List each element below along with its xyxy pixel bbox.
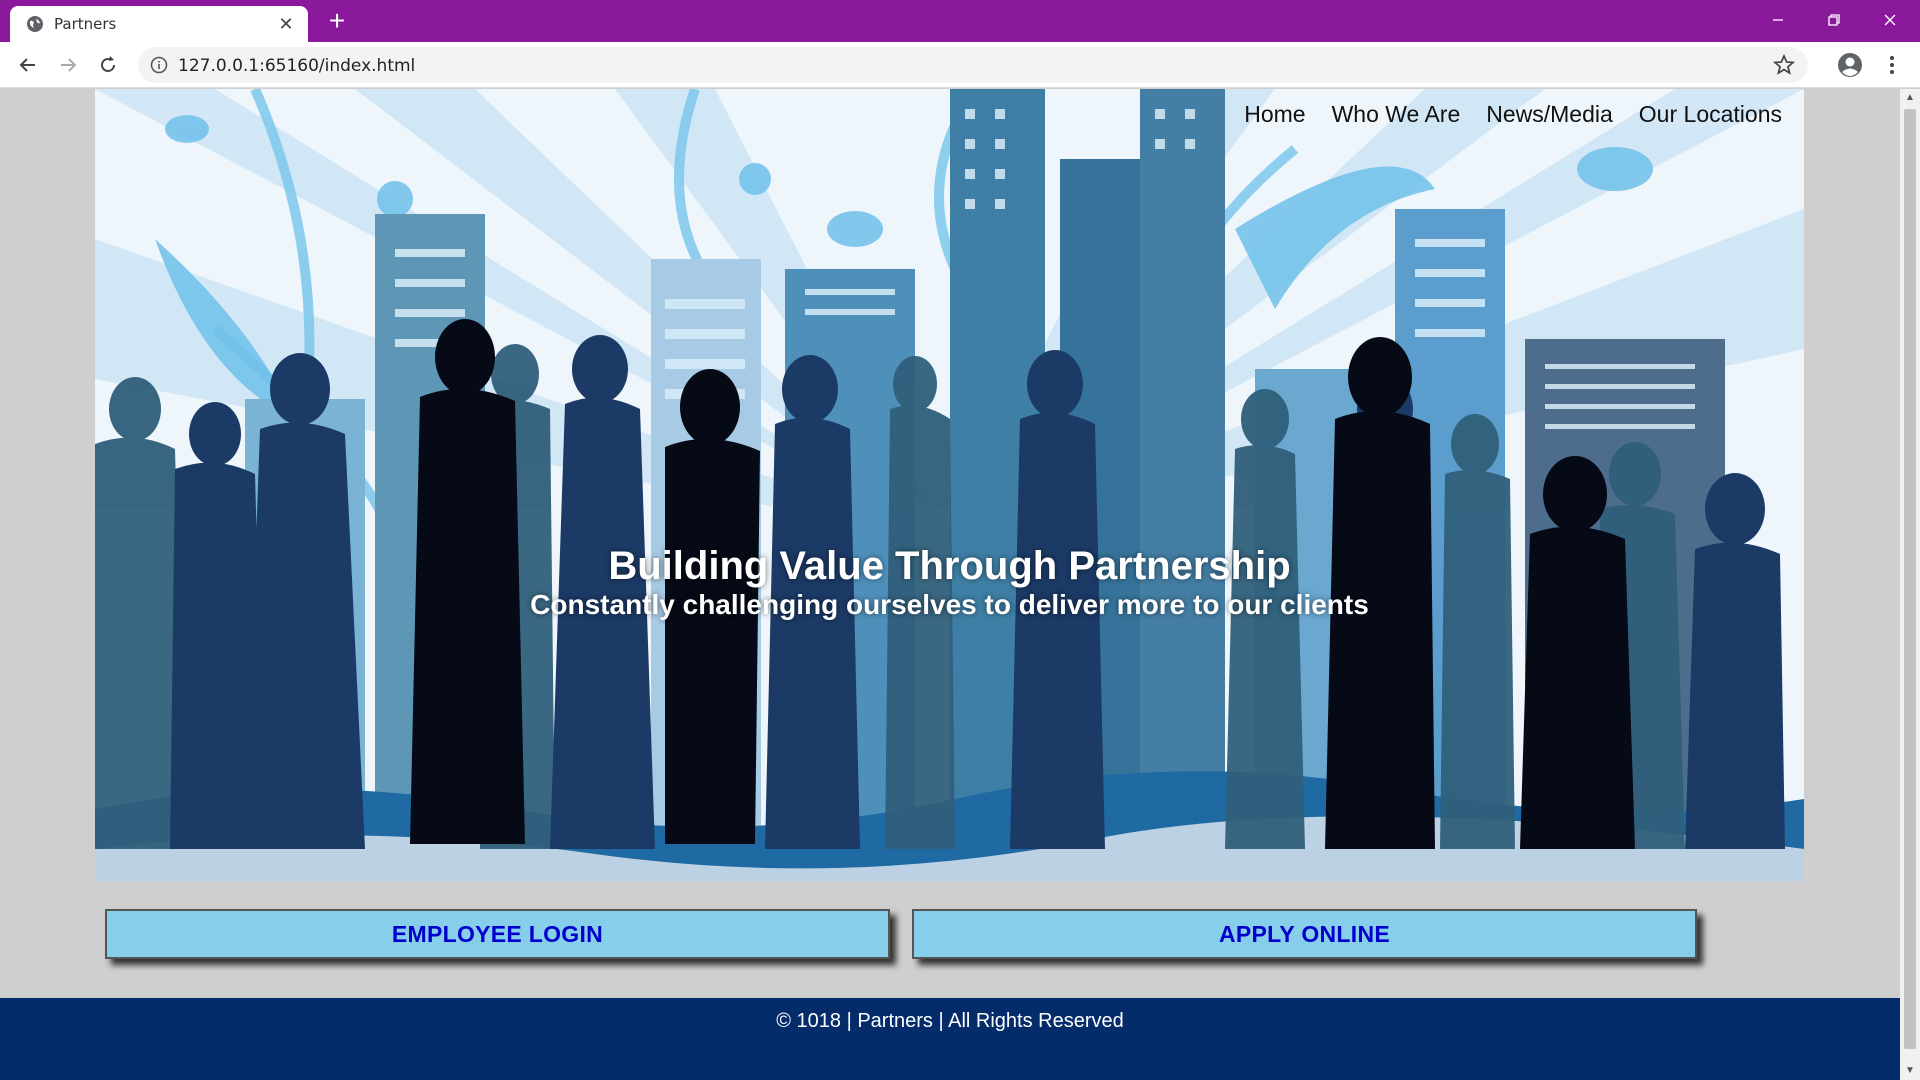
kebab-menu-icon[interactable] (1882, 51, 1902, 79)
scroll-down-arrow-icon[interactable]: ▼ (1900, 1062, 1920, 1080)
window-close-icon[interactable] (1862, 0, 1918, 40)
nav-our-locations[interactable]: Our Locations (1639, 101, 1782, 128)
browser-toolbar: 127.0.0.1:65160/index.html (0, 42, 1920, 88)
city-crowd-illustration (95, 89, 1804, 881)
main-nav: Home Who We Are News/Media Our Locations (1244, 101, 1782, 128)
minimize-icon[interactable] (1750, 0, 1806, 40)
scroll-up-arrow-icon[interactable]: ▲ (1900, 89, 1920, 107)
nav-news-media[interactable]: News/Media (1486, 101, 1613, 128)
tab-title: Partners (54, 15, 117, 33)
employee-login-button[interactable]: EMPLOYEE LOGIN (105, 909, 890, 959)
url-text[interactable]: 127.0.0.1:65160/index.html (178, 56, 415, 76)
restore-icon[interactable] (1806, 0, 1862, 40)
back-arrow-icon[interactable] (14, 51, 42, 79)
apply-online-button[interactable]: APPLY ONLINE (912, 909, 1697, 959)
nav-home[interactable]: Home (1244, 101, 1305, 128)
nav-who-we-are[interactable]: Who We Are (1332, 101, 1461, 128)
plus-icon[interactable]: + (322, 7, 352, 36)
hero-text: Building Value Through Partnership Const… (95, 544, 1804, 622)
forward-arrow-icon[interactable] (54, 51, 82, 79)
browser-title-bar: Partners ✕ + (0, 0, 1920, 42)
info-icon[interactable] (150, 56, 168, 74)
reload-icon[interactable] (94, 51, 122, 79)
globe-icon (27, 16, 43, 32)
hero-title: Building Value Through Partnership (608, 544, 1291, 588)
star-icon[interactable] (1772, 53, 1796, 77)
footer-copyright: © 1018 | Partners | All Rights Reserved (776, 1010, 1124, 1032)
hero-banner: Home Who We Are News/Media Our Locations… (95, 89, 1804, 881)
browser-tab[interactable]: Partners ✕ (10, 6, 308, 42)
hero-subtitle: Constantly challenging ourselves to deli… (530, 589, 1369, 620)
profile-icon[interactable] (1836, 51, 1864, 79)
scrollbar-thumb[interactable] (1904, 109, 1916, 1049)
close-icon[interactable]: ✕ (276, 14, 296, 34)
address-bar[interactable]: 127.0.0.1:65160/index.html (138, 47, 1808, 83)
footer: © 1018 | Partners | All Rights Reserved (0, 998, 1900, 1080)
page-viewport: Home Who We Are News/Media Our Locations… (0, 89, 1900, 1080)
vertical-scrollbar[interactable]: ▲ ▼ (1900, 89, 1920, 1080)
